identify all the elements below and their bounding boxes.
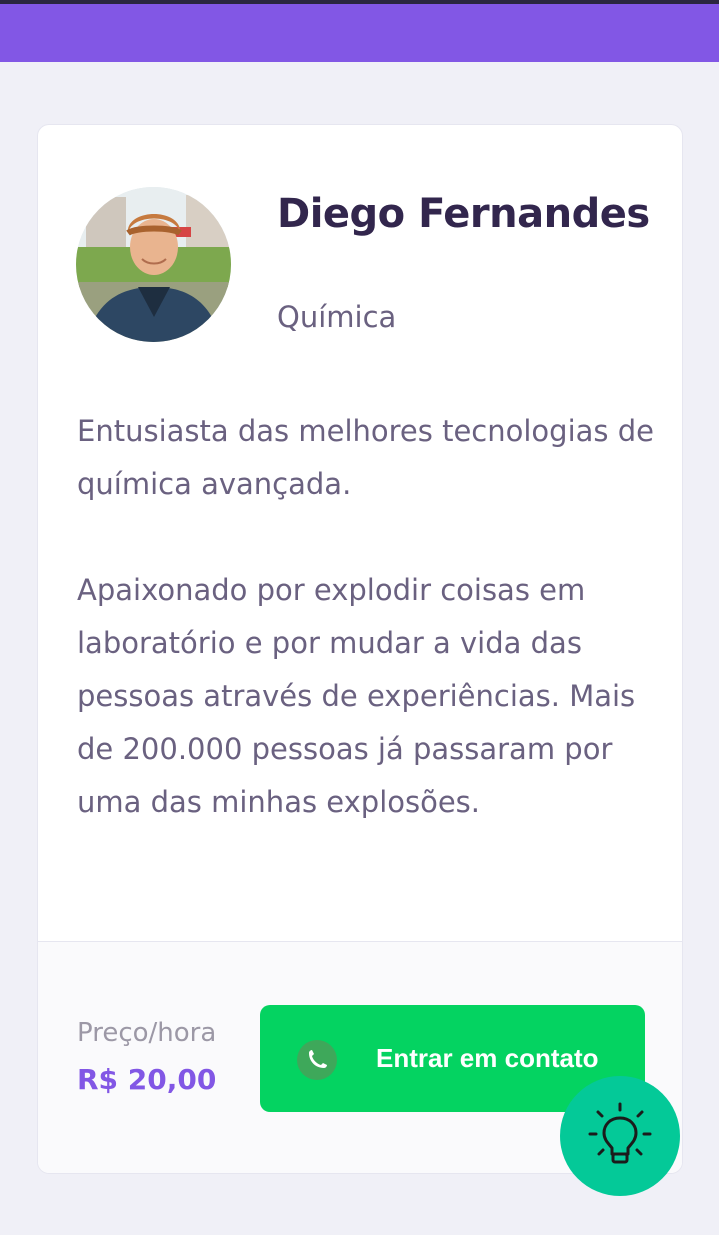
lightbulb-icon xyxy=(588,1102,652,1164)
price-label: Preço/hora xyxy=(77,1018,217,1048)
teacher-bio: Entusiasta das melhores tecnologias de q… xyxy=(77,405,662,829)
bio-paragraph: Apaixonado por explodir coisas em labora… xyxy=(77,573,636,819)
tip-button[interactable] xyxy=(560,1076,680,1196)
bio-paragraph: Entusiasta das melhores tecnologias de q… xyxy=(77,414,654,501)
avatar xyxy=(76,187,231,342)
teacher-subject: Química xyxy=(277,300,397,334)
whatsapp-icon xyxy=(296,1039,338,1081)
teacher-name: Diego Fernandes xyxy=(277,191,650,237)
price-value: R$ 20,00 xyxy=(77,1063,217,1096)
app-header xyxy=(0,4,719,62)
teacher-card: Diego Fernandes Química Entusiasta das m… xyxy=(37,124,683,1174)
contact-button-label: Entrar em contato xyxy=(376,1043,599,1073)
